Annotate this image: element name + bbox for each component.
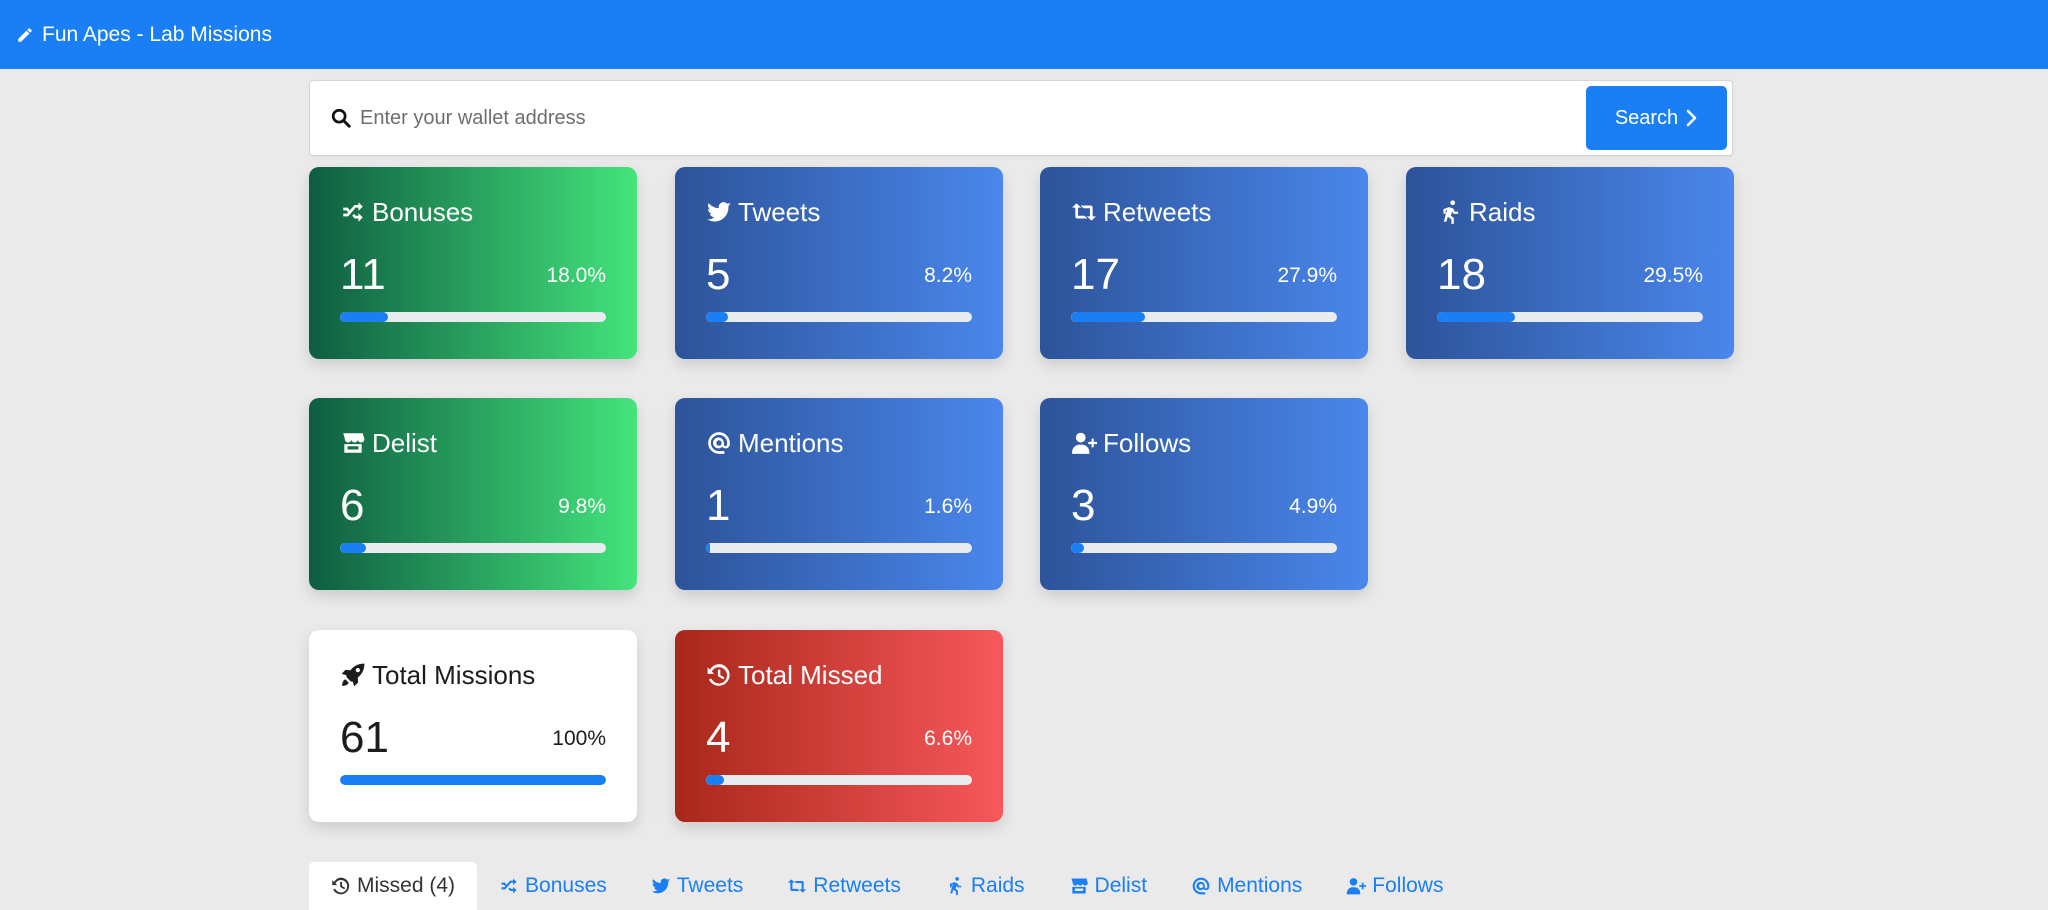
card-title: Mentions bbox=[738, 427, 844, 458]
tab-label: Tweets bbox=[676, 874, 744, 897]
tab-tweets[interactable]: Tweets bbox=[629, 862, 766, 910]
chevron-right-icon bbox=[1686, 109, 1697, 127]
card-title: Total Missions bbox=[372, 659, 536, 690]
progress-bar bbox=[340, 312, 606, 322]
card-title: Retweets bbox=[1103, 196, 1212, 227]
progress-fill bbox=[1071, 312, 1146, 322]
card-title: Raids bbox=[1469, 196, 1536, 227]
progress-bar bbox=[1437, 312, 1703, 322]
card-mentions: Mentions 1 1.6% bbox=[675, 398, 1003, 590]
card-title: Delist bbox=[372, 427, 438, 458]
card-delist: Delist 6 9.8% bbox=[309, 398, 637, 590]
mission-tabs: Missed (4) Bonuses Tweets Retweets Raids… bbox=[309, 862, 1465, 910]
card-value: 1 bbox=[706, 481, 731, 530]
wallet-search-bar: Search bbox=[309, 80, 1733, 156]
card-raids: Raids 18 29.5% bbox=[1406, 167, 1734, 359]
card-percent: 4.9% bbox=[1289, 495, 1337, 518]
top-navbar: Fun Apes - Lab Missions bbox=[0, 0, 2048, 69]
tab-follows[interactable]: Follows bbox=[1324, 862, 1465, 910]
shuffle-icon bbox=[343, 202, 363, 222]
rocket-icon bbox=[341, 663, 365, 687]
tab-missed[interactable]: Missed (4) bbox=[309, 862, 478, 910]
progress-fill bbox=[340, 312, 388, 322]
tab-label: Retweets bbox=[813, 874, 901, 897]
search-button[interactable]: Search bbox=[1586, 86, 1727, 150]
store-icon bbox=[343, 433, 365, 453]
history-icon bbox=[332, 877, 350, 895]
card-percent: 29.5% bbox=[1643, 264, 1703, 287]
tab-label: Bonuses bbox=[525, 874, 607, 897]
tab-bonuses[interactable]: Bonuses bbox=[477, 862, 629, 910]
progress-fill bbox=[706, 775, 724, 785]
running-icon bbox=[1443, 200, 1459, 224]
progress-bar bbox=[1071, 312, 1337, 322]
retweet-icon bbox=[1072, 203, 1096, 221]
card-percent: 6.6% bbox=[924, 727, 972, 750]
history-icon bbox=[707, 664, 730, 686]
card-total-missed: Total Missed 4 6.6% bbox=[675, 630, 1003, 822]
card-percent: 1.6% bbox=[924, 495, 972, 518]
progress-fill bbox=[706, 543, 711, 553]
card-percent: 100% bbox=[552, 727, 606, 750]
tab-label: Missed (4) bbox=[357, 874, 456, 897]
tab-label: Delist bbox=[1094, 874, 1148, 897]
card-value: 5 bbox=[706, 250, 731, 299]
tab-raids[interactable]: Raids bbox=[923, 862, 1047, 910]
twitter-icon bbox=[707, 202, 731, 222]
progress-bar bbox=[1071, 543, 1337, 553]
shuffle-icon bbox=[501, 878, 517, 894]
tab-label: Follows bbox=[1372, 874, 1444, 897]
pencil-icon bbox=[18, 27, 32, 42]
card-title: Bonuses bbox=[372, 196, 474, 227]
running-icon bbox=[949, 877, 962, 896]
card-value: 3 bbox=[1071, 481, 1096, 530]
brand-title: Fun Apes - Lab Missions bbox=[42, 22, 272, 46]
card-tweets: Tweets 5 8.2% bbox=[675, 167, 1003, 359]
tab-delist[interactable]: Delist bbox=[1047, 862, 1170, 910]
progress-bar bbox=[340, 543, 606, 553]
progress-fill bbox=[706, 312, 728, 322]
progress-fill bbox=[1071, 543, 1085, 553]
tab-retweets[interactable]: Retweets bbox=[765, 862, 923, 910]
wallet-address-input[interactable] bbox=[360, 106, 1586, 130]
progress-bar bbox=[706, 312, 972, 322]
retweet-icon bbox=[788, 879, 807, 893]
card-value: 6 bbox=[340, 481, 365, 530]
card-title: Tweets bbox=[738, 196, 821, 227]
search-icon bbox=[331, 108, 351, 128]
twitter-icon bbox=[651, 878, 670, 894]
card-percent: 9.8% bbox=[558, 495, 606, 518]
card-total-missions: Total Missions 61 100% bbox=[309, 630, 637, 822]
store-icon bbox=[1071, 878, 1088, 894]
progress-bar bbox=[706, 775, 972, 785]
at-icon bbox=[1192, 877, 1210, 895]
card-percent: 8.2% bbox=[924, 264, 972, 287]
progress-bar bbox=[706, 543, 972, 553]
brand[interactable]: Fun Apes - Lab Missions bbox=[16, 23, 272, 47]
card-value: 18 bbox=[1437, 250, 1486, 299]
user-plus-icon bbox=[1072, 432, 1097, 454]
card-title: Follows bbox=[1103, 427, 1192, 458]
card-value: 11 bbox=[340, 250, 386, 299]
progress-fill bbox=[340, 775, 606, 785]
progress-fill bbox=[1437, 312, 1516, 322]
user-plus-icon bbox=[1347, 878, 1367, 895]
search-button-label: Search bbox=[1614, 106, 1679, 129]
tab-mentions[interactable]: Mentions bbox=[1169, 862, 1324, 910]
at-icon bbox=[708, 432, 730, 454]
progress-bar bbox=[340, 775, 606, 785]
card-title: Total Missed bbox=[738, 659, 883, 690]
card-value: 17 bbox=[1071, 250, 1120, 299]
card-value: 4 bbox=[706, 713, 731, 762]
tab-label: Mentions bbox=[1217, 874, 1303, 897]
card-retweets: Retweets 17 27.9% bbox=[1040, 167, 1368, 359]
card-follows: Follows 3 4.9% bbox=[1040, 398, 1368, 590]
card-percent: 18.0% bbox=[546, 264, 606, 287]
card-percent: 27.9% bbox=[1277, 264, 1337, 287]
card-value: 61 bbox=[340, 713, 389, 762]
progress-fill bbox=[340, 543, 367, 553]
card-bonuses: Bonuses 11 18.0% bbox=[309, 167, 637, 359]
tab-label: Raids bbox=[970, 874, 1025, 897]
